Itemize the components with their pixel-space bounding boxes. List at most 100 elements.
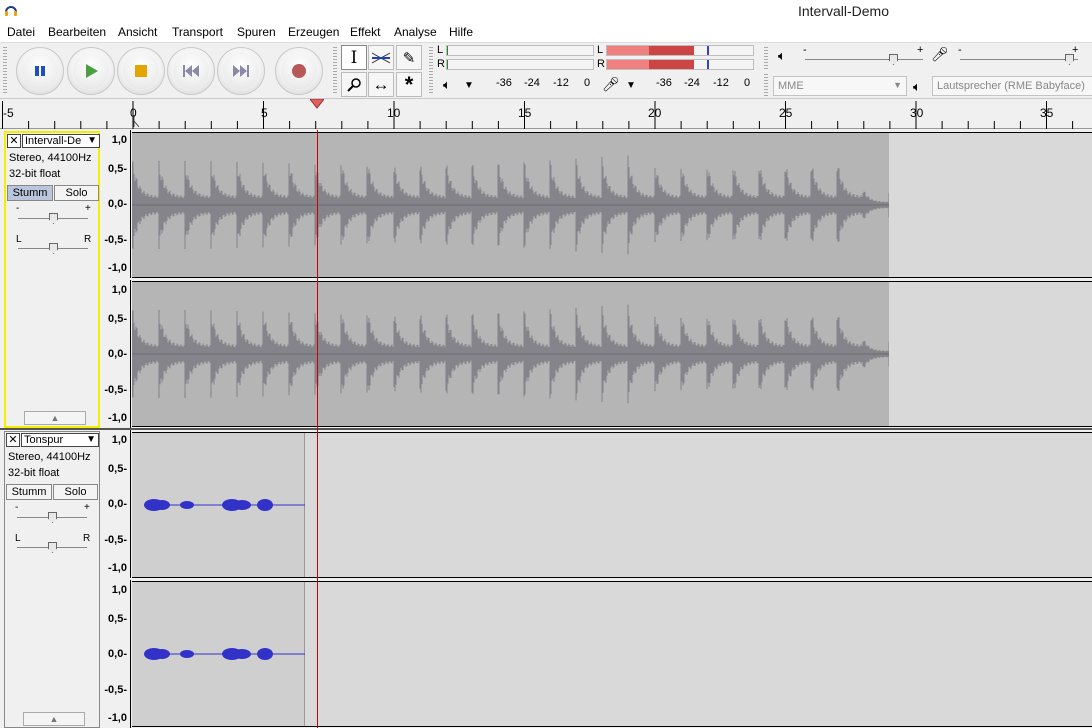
double-arrow-icon: ↔: [372, 74, 390, 94]
waveform-burst: [180, 501, 194, 509]
close-track-button[interactable]: ✕: [6, 433, 20, 447]
input-volume-slider[interactable]: [960, 59, 1078, 60]
record-meter-left[interactable]: [606, 45, 754, 56]
meter-tick: -12: [713, 77, 729, 89]
zoom-tool[interactable]: [341, 72, 367, 97]
meter-tick: 0: [584, 77, 591, 89]
collapse-track-button[interactable]: ▲: [23, 712, 85, 726]
pause-icon: [35, 66, 45, 76]
track-name-menu[interactable]: Intervall-De ▼: [22, 134, 100, 148]
menu-effekt[interactable]: Effekt: [350, 25, 380, 39]
audacity-app-icon: [5, 6, 17, 16]
waveform-channel-right[interactable]: [132, 581, 1092, 727]
gain-slider-thumb[interactable]: [49, 213, 58, 224]
chevron-down-icon: ▼: [87, 135, 97, 146]
waveform: [144, 648, 305, 660]
gain-slider-thumb[interactable]: [48, 512, 57, 523]
draw-tool[interactable]: ✎: [396, 45, 422, 70]
solo-button[interactable]: Solo: [54, 185, 99, 201]
playback-meter-left[interactable]: [446, 45, 594, 56]
track-bit-depth: 32-bit float: [9, 168, 61, 180]
envelope-tool[interactable]: [368, 45, 394, 70]
magnifier-icon: [347, 77, 361, 92]
toolbar-grip[interactable]: [3, 47, 7, 95]
scale-label: 1,0: [111, 134, 127, 146]
triangle-up-icon: ▲: [49, 714, 59, 724]
menu-analyse[interactable]: Analyse: [394, 25, 437, 39]
input-volume-icon: 🎤︎: [931, 46, 949, 62]
vertical-scale[interactable]: 1,0 0,5- 0,0- -0,5- -1,0: [101, 430, 131, 578]
slider-max-label: +: [917, 44, 924, 56]
mute-button[interactable]: Stumm: [6, 484, 52, 500]
menu-erzeugen[interactable]: Erzeugen: [288, 25, 339, 39]
output-volume-thumb[interactable]: [889, 54, 898, 65]
playback-meter-dropdown-icon[interactable]: ▼: [464, 80, 474, 91]
waveform-burst: [154, 500, 170, 510]
microphone-icon: 🎤︎: [602, 76, 620, 92]
scale-label: -0,5-: [104, 684, 127, 696]
menu-datei[interactable]: Datei: [7, 25, 35, 39]
scale-label: -0,5-: [104, 234, 127, 246]
stop-icon: [135, 65, 147, 77]
toolbar-grip[interactable]: [764, 74, 768, 96]
close-track-button[interactable]: ✕: [7, 134, 21, 148]
waveform-channel-left[interactable]: [132, 432, 1092, 578]
meter-tick: -24: [524, 77, 540, 89]
output-device-select[interactable]: Lautsprecher (RME Babyface): [932, 76, 1092, 96]
solo-button[interactable]: Solo: [53, 484, 98, 500]
audio-host-select[interactable]: MME ▼: [773, 76, 907, 96]
toolbar-grip[interactable]: [333, 47, 337, 95]
menu-transport[interactable]: Transport: [172, 25, 223, 39]
record-button[interactable]: [275, 47, 323, 95]
scale-label: 1,0: [111, 284, 127, 296]
waveform-channel-left[interactable]: [132, 132, 1092, 278]
triangle-up-icon: ▲: [50, 413, 60, 423]
selection-tool[interactable]: I: [341, 45, 367, 70]
playback-cursor: [317, 130, 318, 728]
ibeam-icon: I: [350, 47, 358, 68]
collapse-track-button[interactable]: ▲: [24, 411, 86, 425]
track-control-panel[interactable]: ✕ Intervall-De ▼ Stereo, 44100Hz 32-bit f…: [4, 131, 100, 428]
envelope-icon: [371, 52, 391, 63]
track-format: Stereo, 44100Hz: [9, 152, 92, 164]
multi-tool[interactable]: *: [396, 72, 422, 97]
vertical-scale[interactable]: 1,0 0,5- 0,0- -0,5- -1,0: [101, 130, 131, 278]
waveform-burst: [257, 648, 273, 660]
menu-hilfe[interactable]: Hilfe: [449, 25, 473, 39]
playhead-marker-icon[interactable]: [310, 99, 324, 109]
record-icon: [292, 64, 306, 78]
playback-meter-right[interactable]: [446, 59, 594, 70]
waveform-burst: [257, 499, 273, 511]
track-control-panel[interactable]: ✕ Tonspur ▼ Stereo, 44100Hz 32-bit float …: [4, 431, 100, 728]
audio-track: ✕ Intervall-De ▼ Stereo, 44100Hz 32-bit f…: [0, 130, 1092, 428]
vertical-scale[interactable]: 1,0 0,5- 0,0- -0,5- -1,0: [101, 280, 131, 428]
pan-slider-thumb[interactable]: [48, 542, 57, 553]
waveform: [132, 155, 889, 255]
menu-bearbeiten[interactable]: Bearbeiten: [48, 25, 106, 39]
mute-button[interactable]: Stumm: [7, 185, 53, 201]
output-volume-slider[interactable]: [805, 59, 923, 60]
record-meter-right[interactable]: [606, 59, 754, 70]
skip-to-end-button[interactable]: [217, 47, 265, 95]
track-name: Intervall-De: [25, 135, 82, 147]
timeline-ruler[interactable]: -5 0 5 10 15 20 25 30 35: [0, 99, 1092, 129]
time-shift-tool[interactable]: ↔: [368, 72, 394, 97]
skip-to-start-button[interactable]: [167, 47, 215, 95]
toolbar-grip[interactable]: [764, 47, 768, 71]
menu-spuren[interactable]: Spuren: [237, 25, 276, 39]
meter-right-label: R: [597, 58, 605, 70]
vertical-scale[interactable]: 1,0 0,5- 0,0- -0,5- -1,0: [101, 580, 131, 728]
record-meter-dropdown-icon[interactable]: ▼: [626, 80, 636, 91]
stop-button[interactable]: [117, 47, 165, 95]
pause-button[interactable]: [16, 47, 64, 95]
scale-label: 0,0-: [108, 348, 127, 360]
pan-slider-thumb[interactable]: [49, 243, 58, 254]
selection-start-marker-icon[interactable]: [133, 115, 141, 127]
waveform-channel-right[interactable]: [132, 281, 1092, 427]
scale-label: -0,5-: [104, 384, 127, 396]
toolbar-grip[interactable]: [429, 47, 433, 95]
menu-ansicht[interactable]: Ansicht: [118, 25, 157, 39]
input-volume-thumb[interactable]: [1065, 54, 1074, 65]
play-button[interactable]: [67, 47, 115, 95]
track-name-menu[interactable]: Tonspur ▼: [21, 433, 99, 447]
